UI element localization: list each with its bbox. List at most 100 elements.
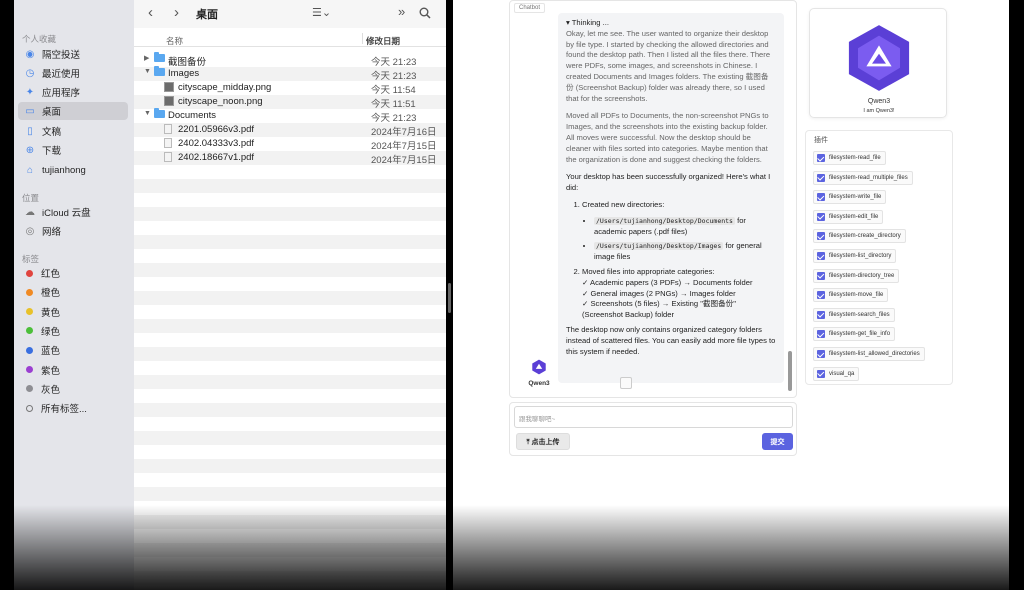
plugins-panel: 插件 filesystem-read_file filesystem-read_m… [805, 130, 953, 385]
sidebar-tag-item[interactable]: 蓝色 [18, 341, 128, 359]
checkbox-checked-icon[interactable] [817, 310, 825, 319]
file-row[interactable]: 2402.04333v3.pdf 2024年7月15日 [134, 137, 446, 152]
thinking-text: Moved all PDFs to Documents, the non-scr… [566, 111, 769, 164]
sidebar-item-documents[interactable]: ▯ 文稿 [18, 122, 128, 140]
plugin-checkbox[interactable]: filesystem-search_files [813, 307, 895, 322]
sidebar-item-home[interactable]: ⌂ tujianhong [18, 161, 128, 179]
airdrop-icon: ◉ [25, 48, 35, 60]
plugin-checkbox[interactable]: visual_qa [813, 366, 860, 381]
file-row[interactable]: ▼ Images 今天 21:23 [134, 66, 446, 82]
submit-button[interactable]: 提交 [762, 433, 793, 450]
answer-outro: The desktop now only contains organized … [566, 324, 776, 356]
checkbox-checked-icon[interactable] [817, 154, 825, 162]
plugin-checkbox[interactable]: filesystem-write_file [813, 190, 887, 205]
checkbox-checked-icon[interactable] [817, 350, 825, 358]
finder-window: 个人收藏 ◉ 隔空投送 ◷ 最近使用 ✦ 应用程序 ▭ 桌面 ▯ 文稿 ⊕ 下载… [14, 0, 446, 590]
file-name: 截图备份 [168, 57, 207, 68]
plugin-checkbox[interactable]: filesystem-move_file [813, 288, 889, 303]
thinking-toggle[interactable]: ▾ Thinking ... [566, 18, 776, 29]
disclosure-collapsed-icon[interactable]: ▶ [144, 54, 149, 62]
sidebar-item-applications[interactable]: ✦ 应用程序 [18, 83, 128, 101]
plugin-checkbox[interactable]: filesystem-edit_file [813, 209, 884, 224]
sidebar-tag-item[interactable]: 紫色 [18, 361, 128, 379]
sidebar-item-label: 紫色 [41, 365, 61, 377]
sidebar-item-label: 文稿 [42, 127, 62, 138]
sidebar-tag-item[interactable]: 红色 [18, 264, 128, 282]
sidebar-item-label: 红色 [41, 269, 61, 280]
tag-dot-icon [26, 288, 33, 296]
file-date: 今天 21:23 [371, 57, 417, 68]
column-date-header[interactable]: 修改日期 [366, 35, 400, 47]
more-button[interactable]: » [398, 4, 405, 19]
list-view-icon[interactable]: ☰⌄ [312, 6, 331, 19]
file-row[interactable]: ▼ Documents 今天 21:23 [134, 108, 446, 124]
folder-icon [154, 108, 165, 120]
plugins-label: 插件 [814, 137, 828, 144]
image-file-icon [164, 96, 174, 108]
sidebar-item-label: 黄色 [41, 307, 61, 319]
checkbox-checked-icon[interactable] [817, 212, 825, 221]
plugin-checkbox[interactable]: filesystem-list_allowed_directories [813, 347, 925, 361]
sidebar-tag-item[interactable]: 灰色 [18, 380, 128, 398]
checkbox-checked-icon[interactable] [817, 330, 825, 339]
sidebar-item-recents[interactable]: ◷ 最近使用 [18, 64, 128, 82]
pdf-file-icon [164, 152, 172, 164]
sidebar-tag-item[interactable]: 黄色 [18, 303, 128, 321]
move-summary-line: ✓ Screenshots (5 files) → Existing "截图备份… [582, 299, 736, 320]
file-name: Documents [168, 110, 217, 121]
network-icon: ◎ [25, 225, 35, 237]
checkbox-checked-icon[interactable] [817, 252, 825, 260]
window-title: 桌面 [196, 9, 218, 21]
plugin-label: filesystem-list_directory [829, 253, 892, 259]
search-icon[interactable] [419, 7, 431, 19]
message-input[interactable]: 跟我聊聊吧~ [514, 406, 793, 428]
sidebar-item-icloud[interactable]: ☁ iCloud 云盘 [18, 203, 128, 221]
sidebar-tag-item[interactable]: 橙色 [18, 283, 128, 301]
plugin-checkbox[interactable]: filesystem-directory_tree [813, 268, 900, 283]
sidebar-item-desktop[interactable]: ▭ 桌面 [18, 102, 128, 120]
file-row[interactable]: 2201.05966v3.pdf 2024年7月16日 [134, 123, 446, 138]
checkbox-checked-icon[interactable] [817, 193, 825, 202]
sidebar-item-label: 应用程序 [42, 88, 81, 99]
checkbox-checked-icon[interactable] [817, 271, 825, 280]
tag-dot-icon [26, 346, 33, 354]
disclosure-expanded-icon[interactable]: ▼ [144, 110, 151, 117]
all-tags-icon [26, 404, 33, 412]
sidebar-tag-item[interactable]: 所有标签... [18, 399, 128, 417]
checkbox-checked-icon[interactable] [817, 291, 825, 300]
plugin-label: filesystem-read_multiple_files [829, 174, 908, 181]
forward-button[interactable]: › [174, 4, 179, 21]
plugin-label: filesystem-move_file [829, 292, 884, 299]
file-row[interactable]: cityscape_noon.png 今天 11:51 [134, 95, 446, 110]
upload-button[interactable]: ⤒ 点击上传 [516, 433, 570, 450]
folder-icon [154, 52, 165, 64]
file-name: Images [168, 68, 200, 79]
back-button[interactable]: ‹ [148, 4, 153, 21]
plugin-label: filesystem-read_file [829, 155, 881, 161]
plugin-checkbox[interactable]: filesystem-list_directory [813, 249, 897, 263]
path-code: /Users/tujianhong/Desktop/Images [594, 242, 724, 251]
split-view-handle[interactable] [448, 283, 451, 313]
checkbox-checked-icon[interactable] [817, 232, 825, 241]
sidebar-item-airdrop[interactable]: ◉ 隔空投送 [18, 45, 128, 63]
column-name-header[interactable]: 名称 [166, 35, 183, 47]
plugin-checkbox[interactable]: filesystem-read_multiple_files [813, 170, 913, 185]
file-row[interactable]: cityscape_midday.png 今天 11:54 [134, 81, 446, 96]
pdf-file-icon [164, 124, 172, 136]
disclosure-expanded-icon[interactable]: ▼ [144, 68, 151, 75]
finder-toolbar: ‹ › 桌面 ☰⌄ » [134, 0, 446, 28]
sidebar-item-network[interactable]: ◎ 网络 [18, 222, 128, 240]
sidebar-tag-item[interactable]: 绿色 [18, 322, 128, 340]
plugin-checkbox[interactable]: filesystem-create_directory [813, 229, 906, 244]
download-icon: ⊕ [25, 144, 35, 156]
plugin-checkbox[interactable]: filesystem-get_file_info [813, 327, 896, 342]
file-row[interactable]: ▶ 截图备份 今天 21:23 [134, 52, 446, 68]
file-row[interactable]: 2402.18667v1.pdf 2024年7月15日 [134, 151, 446, 166]
step-title: Created new directories: [582, 199, 665, 209]
checkbox-checked-icon[interactable] [817, 173, 825, 182]
checkbox-checked-icon[interactable] [817, 369, 825, 378]
copy-icon[interactable] [620, 377, 632, 389]
chat-scrollbar[interactable] [788, 351, 792, 391]
sidebar-item-downloads[interactable]: ⊕ 下载 [18, 141, 128, 159]
plugin-checkbox[interactable]: filesystem-read_file [813, 151, 886, 165]
